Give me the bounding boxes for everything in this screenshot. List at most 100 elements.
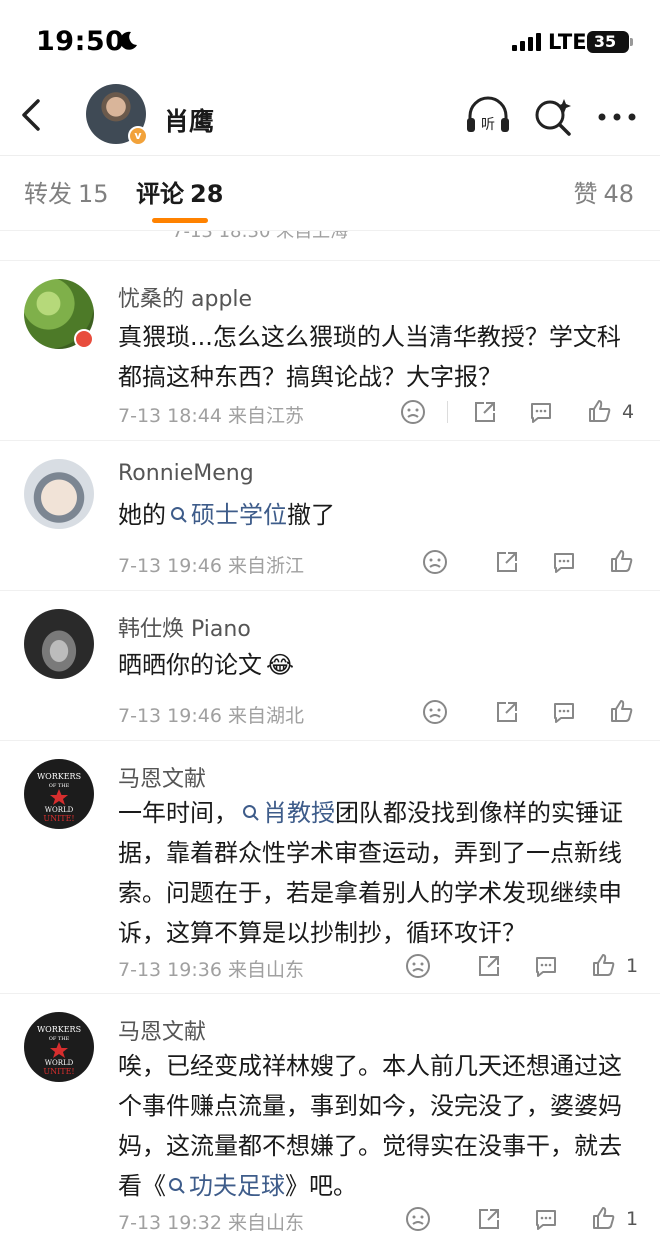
commenter-avatar[interactable]: WORKERS OF THE WORLD UNITE!: [24, 1012, 94, 1082]
author-name[interactable]: 肖鹰: [164, 102, 214, 138]
dislike-face-icon[interactable]: [405, 953, 431, 979]
comment-item: WORKERS OF THE WORLD UNITE! 马恩文献 一年时间， 肖教…: [0, 740, 660, 993]
share-icon[interactable]: [472, 399, 498, 425]
comment-icon[interactable]: [551, 549, 577, 575]
tab-like-label: 赞: [573, 180, 598, 208]
comment-text-before: 她的: [118, 501, 166, 529]
comment-location: 来自山东: [227, 959, 304, 981]
commenter-avatar[interactable]: [24, 609, 94, 679]
commenter-name[interactable]: 韩仕焕 Piano: [118, 611, 251, 643]
topic-link-text: 功夫足球: [189, 1172, 285, 1200]
battery-cap: [630, 38, 633, 46]
verified-badge-icon: v: [128, 126, 148, 146]
comment-item: WORKERS OF THE WORLD UNITE! 马恩文献 唉，已经变成祥…: [0, 993, 660, 1243]
comment-item: RonnieMeng 她的 硕士学位撤了 7-13 19:46 来自浙江: [0, 440, 660, 590]
tab-comment-count: 28: [190, 180, 224, 208]
battery-icon: 35: [587, 31, 633, 53]
shirt-text-line: WORKERS: [37, 772, 81, 781]
like-count: 4: [622, 401, 635, 423]
laughing-emoji-icon: 😂: [266, 651, 295, 679]
tab-repost-label: 转发: [24, 180, 72, 208]
comment-location: 来自山东: [227, 1212, 304, 1234]
tab-repost[interactable]: 转发 15: [24, 174, 109, 209]
comment-icon[interactable]: [528, 399, 554, 425]
share-icon[interactable]: [476, 1206, 502, 1232]
like-thumb-icon[interactable]: [609, 698, 635, 724]
comment-icon[interactable]: [551, 699, 577, 725]
like-thumb-icon[interactable]: [609, 548, 635, 574]
battery-level: 35: [593, 32, 617, 51]
search-icon: [171, 507, 187, 523]
dislike-face-icon[interactable]: [422, 549, 448, 575]
comment-location: 来自江苏: [227, 405, 304, 427]
moon-icon: [120, 31, 137, 50]
tab-like[interactable]: 赞 48: [573, 174, 634, 209]
divider: [447, 401, 448, 423]
network-type: LTE: [548, 30, 587, 54]
comment-text: 晒晒你的论文 😂: [118, 645, 638, 685]
partial-comment-row: 7-13 18:30 来自上海: [0, 230, 660, 260]
status-bar: 19:50 LTE 35: [0, 0, 660, 80]
comment-text: 她的 硕士学位撤了: [118, 495, 638, 535]
dislike-face-icon[interactable]: [422, 699, 448, 725]
comment-location: 来自湖北: [227, 705, 304, 727]
comment-meta: 7-13 18:44 来自江苏: [118, 401, 304, 428]
back-icon[interactable]: [16, 95, 46, 135]
workers-shirt-image: WORKERS OF THE WORLD UNITE!: [37, 1025, 81, 1076]
tab-active-indicator: [152, 218, 208, 223]
badge-icon: [74, 329, 94, 349]
comment-item: 忧桑的 apple 真猥琐...怎么这么猥琐的人当清华教授？学文科都搞这种东西？…: [0, 260, 660, 440]
commenter-name[interactable]: 马恩文献: [118, 1014, 206, 1046]
commenter-name[interactable]: RonnieMeng: [118, 461, 254, 486]
shirt-text-line: WORLD: [45, 806, 74, 814]
topic-search-link[interactable]: 功夫足球: [166, 1172, 285, 1200]
comment-text: 一年时间， 肖教授团队都没找到像样的实锤证据，靠着群众性学术审查运动，弄到了一点新…: [118, 793, 638, 953]
comment-meta: 7-13 19:32 来自山东: [118, 1208, 304, 1235]
comment-text-after: 撤了: [287, 501, 335, 529]
comment-date: 7-13 18:44: [118, 405, 222, 427]
share-icon[interactable]: [476, 953, 502, 979]
dislike-face-icon[interactable]: [405, 1206, 431, 1232]
share-icon[interactable]: [494, 549, 520, 575]
topic-link-text: 肖教授: [263, 799, 335, 827]
headphones-listen-icon[interactable]: 听: [464, 96, 512, 136]
shirt-text-line: UNITE!: [43, 814, 74, 823]
comment-text-main: 晒晒你的论文: [118, 651, 262, 679]
tab-comment-label: 评论: [136, 180, 184, 208]
more-options-icon[interactable]: [598, 112, 636, 122]
share-icon[interactable]: [494, 699, 520, 725]
workers-shirt-image: WORKERS OF THE WORLD UNITE!: [37, 772, 81, 823]
author-avatar[interactable]: v: [86, 84, 148, 146]
tab-comment[interactable]: 评论 28: [136, 174, 223, 209]
commenter-avatar[interactable]: WORKERS OF THE WORLD UNITE!: [24, 759, 94, 829]
topic-search-link[interactable]: 硕士学位: [166, 501, 287, 529]
commenter-avatar[interactable]: [24, 459, 94, 529]
comment-date: 7-13 19:36: [118, 959, 222, 981]
comment-text-after: 》吧。: [285, 1172, 357, 1200]
like-count: 1: [626, 1208, 639, 1230]
comment-meta: 7-13 19:46 来自湖北: [118, 701, 304, 728]
like-thumb-icon[interactable]: [591, 1205, 617, 1231]
search-icon: [243, 805, 259, 821]
comment-date: 7-13 19:46: [118, 555, 222, 577]
tab-like-count: 48: [603, 180, 634, 208]
like-thumb-icon[interactable]: [591, 952, 617, 978]
comment-meta: 7-13 19:36 来自山东: [118, 955, 304, 982]
commenter-name[interactable]: 忧桑的 apple: [118, 281, 252, 313]
tab-bar: 转发 15 评论 28 赞 48: [0, 155, 660, 230]
status-time: 19:50: [36, 26, 125, 57]
shirt-text-line: OF THE: [49, 783, 70, 789]
comment-text: 真猥琐...怎么这么猥琐的人当清华教授？学文科都搞这种东西？搞舆论战？大字报？: [118, 323, 621, 391]
commenter-name[interactable]: 马恩文献: [118, 761, 206, 793]
comment-icon[interactable]: [533, 953, 559, 979]
topic-link-text: 硕士学位: [191, 501, 287, 529]
comment-meta: 7-13 19:46 来自浙江: [118, 551, 304, 578]
like-thumb-icon[interactable]: [587, 398, 613, 424]
nav-bar: v 肖鹰 听: [0, 80, 660, 155]
topic-search-link[interactable]: 肖教授: [238, 799, 335, 827]
shirt-text-line: OF THE: [49, 1036, 70, 1042]
dislike-face-icon[interactable]: [400, 399, 426, 425]
comment-icon[interactable]: [533, 1206, 559, 1232]
search-icon[interactable]: [533, 96, 573, 136]
tab-repost-count: 15: [78, 180, 109, 208]
